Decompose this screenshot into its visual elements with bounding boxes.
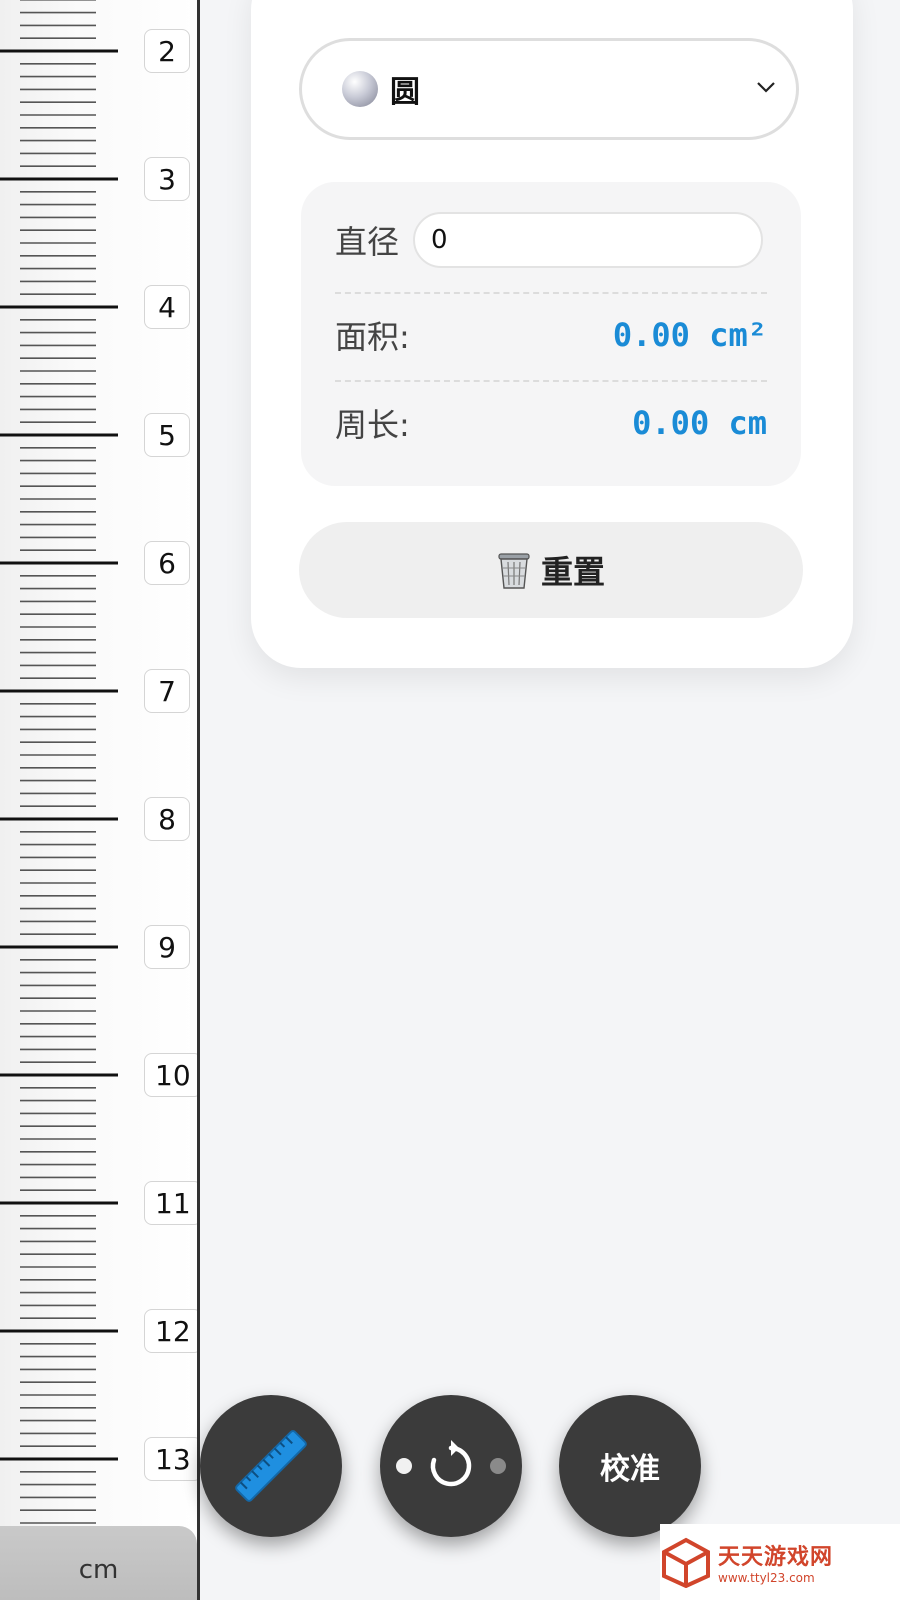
perimeter-label: 周长: [335,406,410,444]
ruler-icon [235,1430,307,1502]
calibrate-button[interactable]: 校准 [559,1395,701,1537]
ruler-number-label: 7 [144,669,190,713]
area-value: 0.00 cm² [612,316,767,354]
divider [335,292,767,294]
shape-select-value: 圆 [390,75,420,110]
ruler[interactable]: 2 3 4 5 6 7 8 9 10 11 12 13 cm [0,0,200,1600]
diameter-input[interactable] [413,212,764,268]
ruler-mode-button[interactable] [200,1395,342,1537]
reset-button[interactable]: 重置 [299,522,803,618]
ruler-number-label: 11 [144,1181,197,1225]
ruler-number-label: 3 [144,157,190,201]
rotate-button[interactable] [380,1395,522,1537]
ruler-number-label: 8 [144,797,190,841]
rotate-icon [430,1440,472,1487]
diameter-row: 直径 [335,212,764,268]
reset-button-label: 重置 [540,553,605,591]
watermark-title: 天天游戏网 [718,1545,834,1570]
trash-icon [498,553,530,589]
chevron-down-icon [757,82,775,93]
ruler-number-label: 12 [144,1309,197,1353]
area-row: 面积: 0.00 cm² [335,312,767,358]
calculation-panel: 直径 面积: 0.00 cm² 周长: 0.00 cm [301,182,801,486]
shape-select-dropdown[interactable]: 圆 [299,38,799,140]
watermark-logo-icon [662,1537,710,1588]
ruler-number-label: 4 [144,285,190,329]
area-label: 面积: [335,318,410,356]
divider [335,380,767,382]
ruler-number-label: 2 [144,29,190,73]
ruler-number-label: 13 [144,1437,197,1481]
diameter-label: 直径 [335,223,400,261]
ruler-unit-label: cm [78,1555,119,1585]
ruler-number-label: 6 [144,541,190,585]
ruler-unit-footer: cm [0,1526,197,1600]
perimeter-value: 0.00 cm [632,404,767,442]
watermark-url: www.ttyl23.com [718,1571,815,1585]
ruler-number-label: 10 [144,1053,197,1097]
shape-calculator-card: 圆 直径 面积: 0.00 cm² 周长: 0.00 cm [251,0,853,668]
indicator-dot [490,1458,506,1474]
watermark: 天天游戏网 www.ttyl23.com [660,1524,900,1600]
ruler-number-label: 5 [144,413,190,457]
perimeter-row: 周长: 0.00 cm [335,400,767,446]
indicator-dot-active [396,1458,412,1474]
calibrate-button-label: 校准 [600,1452,660,1487]
ruler-number-label: 9 [144,925,190,969]
sphere-icon [342,71,378,107]
